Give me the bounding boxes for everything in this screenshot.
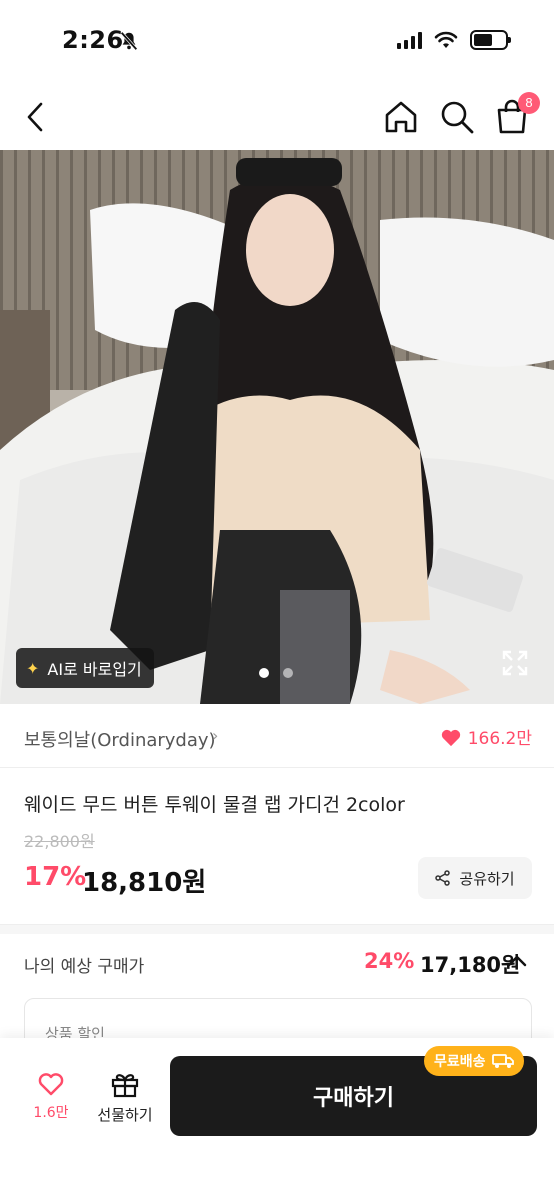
cellular-signal-icon: [397, 31, 422, 49]
status-bar: 2:26: [0, 0, 554, 84]
share-button[interactable]: 공유하기: [418, 857, 532, 899]
sale-price: 18,810원: [82, 868, 207, 898]
free-shipping-badge: 무료배송: [424, 1046, 524, 1076]
share-icon: [435, 870, 451, 886]
carousel-dot: [283, 668, 293, 678]
cart-count-badge: 8: [518, 92, 540, 114]
share-label: 공유하기: [459, 869, 515, 888]
expected-discount-rate: 24%: [364, 949, 415, 973]
carousel-dot-active: [259, 668, 269, 678]
chevron-up-icon[interactable]: [506, 950, 528, 972]
heart-filled-icon: [441, 729, 460, 746]
truck-icon: [491, 1054, 514, 1068]
battery-icon: [470, 30, 511, 50]
chevron-left-icon: [27, 102, 43, 132]
bottom-action-bar: 1.6만 선물하기 구매하기 무료배송: [0, 1038, 554, 1200]
home-icon[interactable]: [382, 98, 420, 136]
section-divider: [0, 924, 554, 934]
product-photo: [0, 150, 554, 704]
search-icon[interactable]: [438, 98, 476, 136]
wishlist-button[interactable]: 1.6만: [22, 1070, 80, 1134]
bell-muted-icon: [120, 31, 138, 51]
wishlist-count: 1.6만: [33, 1105, 69, 1121]
fullscreen-icon[interactable]: [502, 650, 528, 676]
gift-button[interactable]: 선물하기: [92, 1070, 158, 1134]
ai-try-on-button[interactable]: ✦ AI로 바로입기: [16, 648, 154, 688]
buy-label: 구매하기: [313, 1086, 394, 1111]
ai-try-on-label: AI로 바로입기: [47, 660, 142, 679]
discount-rate: 17%: [24, 862, 87, 892]
magic-wand-icon: ✦: [26, 658, 40, 678]
wifi-icon: [434, 31, 458, 48]
carousel-indicator: [259, 668, 293, 678]
gift-icon: [111, 1074, 139, 1098]
heart-outline-icon: [38, 1073, 64, 1096]
status-indicators: [397, 30, 511, 50]
brand-like-count: 166.2만: [467, 729, 532, 749]
expected-price-label: 나의 예상 구매가: [24, 957, 145, 977]
back-button[interactable]: [18, 98, 52, 136]
brand-name[interactable]: 보통의날(Ordinaryday): [24, 726, 216, 752]
product-image-carousel[interactable]: ✦ AI로 바로입기: [0, 150, 554, 704]
brand-like-button[interactable]: 166.2만: [440, 724, 532, 749]
product-title: 웨이드 무드 버튼 투웨이 물결 랩 가디건 2color: [24, 794, 405, 816]
top-navigation: 8: [0, 84, 554, 150]
cart-button[interactable]: 8: [494, 92, 540, 136]
gift-label: 선물하기: [97, 1106, 153, 1124]
original-price: 22,800원: [24, 832, 95, 851]
brand-row[interactable]: 보통의날(Ordinaryday) › 166.2만: [0, 704, 554, 768]
free-shipping-label: 무료배송: [434, 1054, 486, 1070]
chevron-right-icon: ›: [212, 726, 219, 745]
status-time: 2:26: [62, 26, 124, 54]
